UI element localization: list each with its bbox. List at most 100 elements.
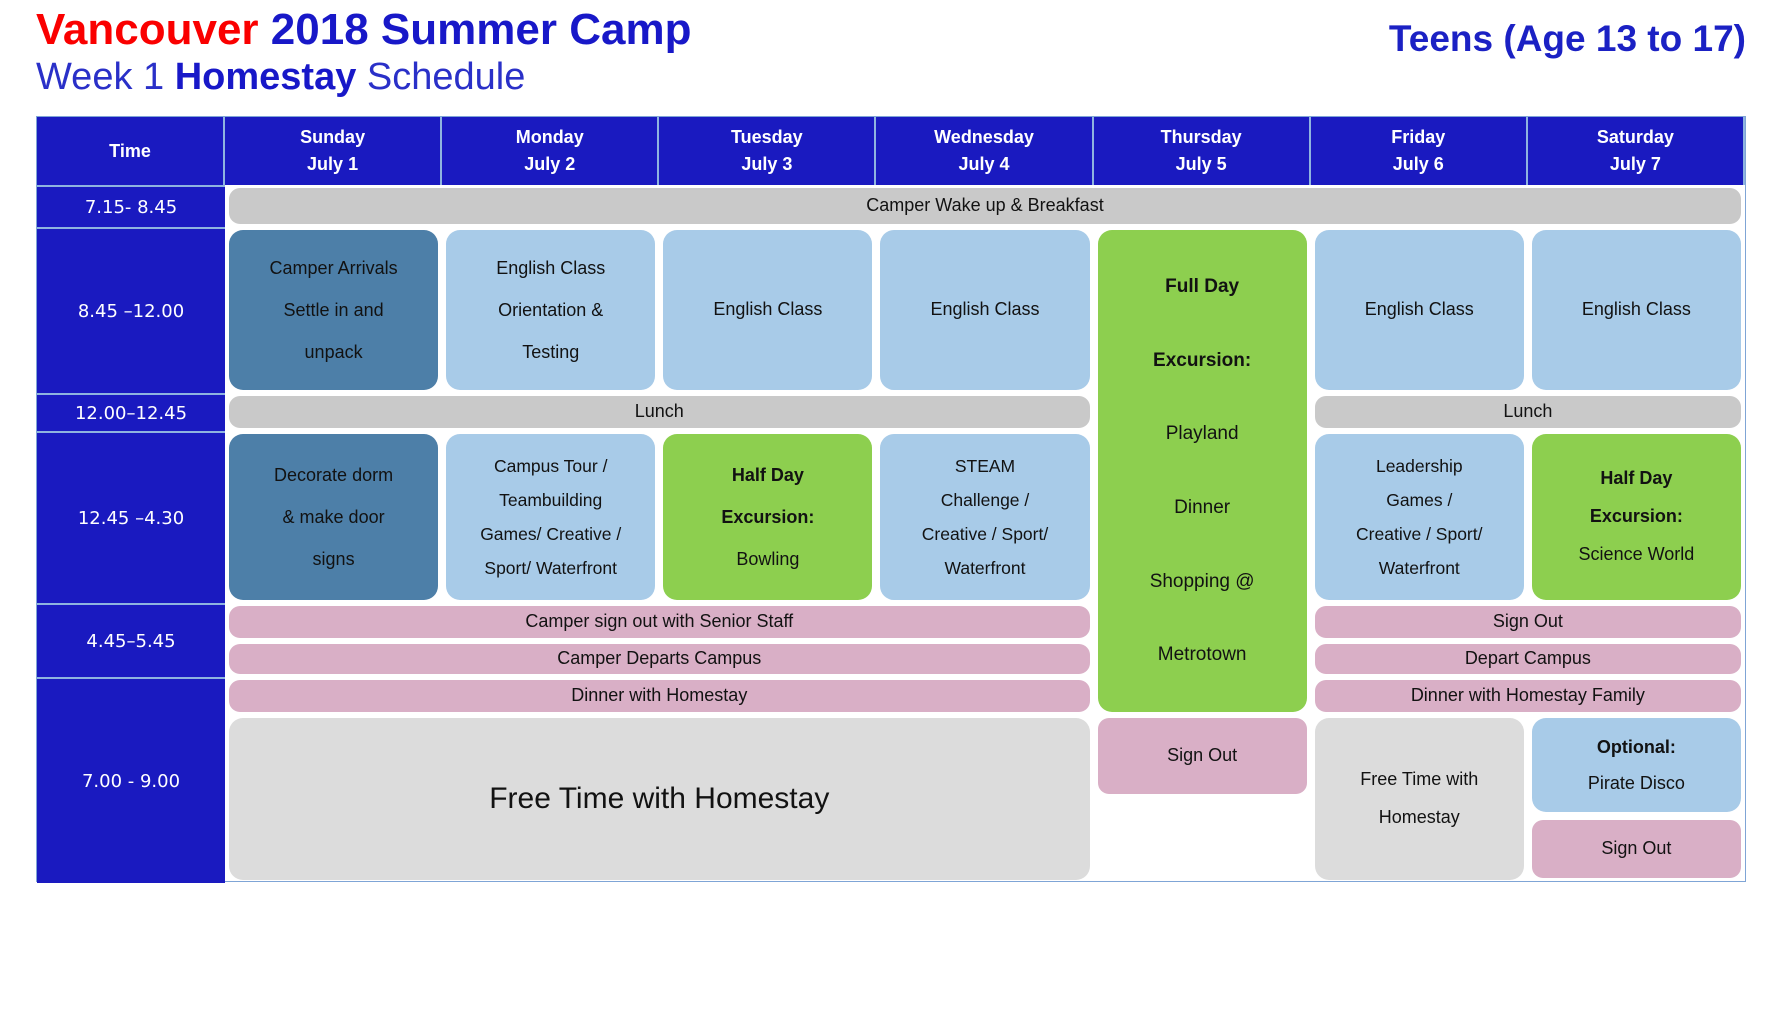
cell-sunday-afternoon: Decorate dorm & make door signs — [225, 431, 442, 603]
cell-thursday-full-day: Full Day Excursion: Playland Dinner Shop… — [1094, 227, 1311, 715]
header-day: Time — [109, 140, 151, 161]
line: Leadership — [1375, 455, 1463, 476]
title-block: Vancouver 2018 Summer Camp Week 1 Homest… — [36, 6, 691, 98]
activity-english-class: English Class — [1314, 230, 1524, 390]
page-title: Vancouver 2018 Summer Camp — [36, 6, 691, 54]
header-day: Saturday — [1596, 127, 1674, 147]
cell-signout-right: Sign Out — [1311, 603, 1745, 641]
table-header-saturday: Saturday July 7 — [1527, 117, 1745, 185]
line: Games/ Creative / — [480, 524, 622, 544]
line: Homestay — [1378, 807, 1460, 827]
header-day: Tuesday — [731, 127, 803, 147]
cell-saturday-afternoon: Half Day Excursion: Science World — [1528, 431, 1745, 603]
line: Full Day — [1165, 275, 1240, 297]
line: Settle in and — [283, 299, 384, 320]
line: Waterfront — [944, 558, 1026, 579]
time-label-evening: 7.00 - 9.00 — [37, 677, 225, 883]
table-header-time: Time — [37, 117, 225, 185]
activity-free-time-homestay: Free Time with Homestay — [1314, 718, 1524, 880]
line: Games / — [1386, 489, 1453, 510]
activity-breakfast: Camper Wake up & Breakfast — [229, 188, 1741, 224]
subtitle-week: Week 1 — [36, 55, 165, 98]
line: Testing — [522, 342, 580, 363]
activity-dinner-homestay: Dinner with Homestay — [229, 680, 1090, 712]
cell-lunch-right: Lunch — [1311, 393, 1745, 431]
activity-sign-out: Sign Out — [1097, 718, 1307, 794]
header-day: Wednesday — [934, 127, 1034, 147]
line: Sport/ Waterfront — [484, 558, 617, 579]
page-header: Vancouver 2018 Summer Camp Week 1 Homest… — [0, 0, 1780, 110]
line: Creative / Sport/ — [921, 524, 1049, 544]
cell-free-time-left: Free Time with Homestay — [225, 715, 1094, 883]
line: Creative / Sport/ — [1356, 524, 1483, 544]
header-date: July 3 — [741, 154, 793, 174]
table-header-monday: Monday July 2 — [442, 117, 660, 185]
table-header-wednesday: Wednesday July 4 — [876, 117, 1094, 185]
cell-saturday-evening: Optional: Pirate Disco Sign Out — [1528, 715, 1745, 883]
activity-steam-challenge: STEAM Challenge / Creative / Sport/ Wate… — [880, 434, 1090, 600]
cell-thursday-signout: Sign Out — [1094, 715, 1311, 883]
schedule-page: Vancouver 2018 Summer Camp Week 1 Homest… — [0, 0, 1780, 1030]
title-camp: 2018 Summer Camp — [270, 5, 692, 54]
line: Orientation & — [498, 299, 604, 320]
table-header-friday: Friday July 6 — [1310, 117, 1528, 185]
cell-friday-free-time: Free Time with Homestay — [1311, 715, 1528, 883]
cell-friday-afternoon: Leadership Games / Creative / Sport/ Wat… — [1311, 431, 1528, 603]
line: Free Time with — [1360, 769, 1479, 790]
time-label-afternoon: 12.45 –4.30 — [37, 431, 225, 603]
time-label-morning: 8.45 –12.00 — [37, 227, 225, 393]
line: Shopping @ — [1149, 570, 1255, 592]
table-header-thursday: Thursday July 5 — [1093, 117, 1311, 185]
cell-dinner-right: Dinner with Homestay Family — [1311, 677, 1745, 715]
line: STEAM — [954, 455, 1016, 476]
activity-english-class: English Class — [663, 230, 873, 390]
activity-campus-tour: Campus Tour / Teambuilding Games/ Creati… — [446, 434, 656, 600]
activity-camper-departs: Camper Departs Campus — [229, 644, 1090, 674]
cell-wednesday-afternoon: STEAM Challenge / Creative / Sport/ Wate… — [876, 431, 1093, 603]
activity-sign-out: Sign Out — [1531, 820, 1741, 878]
line: Dinner — [1174, 496, 1231, 518]
header-date: July 6 — [1392, 154, 1444, 174]
page-subtitle: Week 1 Homestay Schedule — [36, 56, 691, 99]
cell-wednesday-morning: English Class — [876, 227, 1093, 393]
header-day: Friday — [1391, 127, 1446, 147]
activity-half-day-bowling: Half Day Excursion: Bowling — [663, 434, 873, 600]
table-header-tuesday: Tuesday July 3 — [659, 117, 877, 185]
line: & make door — [282, 506, 385, 527]
activity-sign-out: Sign Out — [1314, 606, 1741, 638]
activity-free-time-homestay: Free Time with Homestay — [229, 718, 1090, 880]
line: signs — [312, 549, 355, 570]
cell-lunch-left: Lunch — [225, 393, 1094, 431]
header-date: July 7 — [1609, 154, 1661, 174]
cell-tuesday-afternoon: Half Day Excursion: Bowling — [659, 431, 876, 603]
cell-sunday-morning: Camper Arrivals Settle in and unpack — [225, 227, 442, 393]
cell-depart-left: Camper Departs Campus — [225, 641, 1094, 677]
table-header-sunday: Sunday July 1 — [225, 117, 443, 185]
line: Science World — [1578, 543, 1695, 564]
line: Camper Arrivals — [269, 257, 398, 278]
time-label-lunch: 12.00–12.45 — [37, 393, 225, 431]
line: Bowling — [736, 549, 800, 570]
line: Optional: — [1596, 737, 1676, 757]
line: Waterfront — [1378, 558, 1460, 579]
activity-english-orientation: English Class Orientation & Testing — [446, 230, 656, 390]
header-date: July 4 — [958, 154, 1010, 174]
header-date: July 1 — [307, 154, 359, 174]
activity-depart-campus: Depart Campus — [1314, 644, 1741, 674]
activity-leadership-games: Leadership Games / Creative / Sport/ Wat… — [1314, 434, 1524, 600]
line: Playland — [1165, 423, 1239, 445]
activity-half-day-science-world: Half Day Excursion: Science World — [1531, 434, 1741, 600]
subtitle-schedule: Schedule — [366, 55, 526, 98]
activity-lunch: Lunch — [1314, 396, 1741, 428]
time-label-breakfast: 7.15- 8.45 — [37, 185, 225, 227]
time-label-signout: 4.45–5.45 — [37, 603, 225, 677]
header-date: July 5 — [1175, 154, 1227, 174]
line: Excursion: — [1153, 349, 1252, 371]
cell-depart-right: Depart Campus — [1311, 641, 1745, 677]
cell-saturday-morning: English Class — [1528, 227, 1745, 393]
activity-lunch: Lunch — [229, 396, 1090, 428]
activity-full-day-excursion: Full Day Excursion: Playland Dinner Shop… — [1097, 230, 1307, 712]
line: Half Day — [1600, 468, 1673, 489]
activity-dinner-homestay-family: Dinner with Homestay Family — [1314, 680, 1741, 712]
cell-monday-morning: English Class Orientation & Testing — [442, 227, 659, 393]
